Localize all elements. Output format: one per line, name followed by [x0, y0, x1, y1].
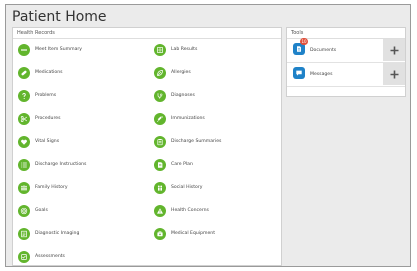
health-record-item-allergies[interactable]: Allergies: [154, 66, 191, 79]
health-record-item-assessments[interactable]: Assessments: [18, 250, 65, 263]
plus-icon: [390, 70, 398, 78]
health-record-label: Vital Signs: [35, 139, 60, 144]
health-record-item-family-history[interactable]: Family History: [18, 181, 68, 194]
health-record-item-problems[interactable]: Problems: [18, 89, 56, 102]
tool-row-documents: 10 Documents: [287, 38, 405, 63]
assessment-icon: [18, 250, 30, 263]
notification-badge: 10: [300, 38, 308, 45]
health-record-label: Assessments: [35, 254, 65, 259]
health-record-label: Diagnoses: [171, 93, 195, 98]
health-record-item-medical-equipment[interactable]: Medical Equipment: [154, 227, 215, 240]
health-record-item-discharge-instructions[interactable]: Discharge Instructions: [18, 158, 86, 171]
syringe-icon: [154, 112, 166, 125]
health-record-label: Goals: [35, 208, 48, 213]
health-record-item-diagnostic-imaging[interactable]: Diagnostic Imaging: [18, 227, 79, 240]
health-record-label: Discharge Instructions: [35, 162, 87, 167]
health-record-item-health-concerns[interactable]: Health Concerns: [154, 204, 209, 217]
health-record-label: Diagnostic Imaging: [35, 231, 80, 236]
health-records-header: Health Records: [13, 28, 281, 39]
health-record-item-medications[interactable]: Medications: [18, 66, 63, 79]
message-icon[interactable]: [293, 67, 305, 79]
tool-label-messages[interactable]: Messages: [310, 63, 333, 86]
health-record-item-procedures[interactable]: Procedures: [18, 112, 60, 125]
health-record-label: Care Plan: [171, 162, 193, 167]
health-record-label: Discharge Summaries: [171, 139, 222, 144]
health-record-label: Meet Item Summary: [35, 47, 82, 52]
family-icon: [18, 181, 30, 194]
health-record-item-goals[interactable]: Goals: [18, 204, 48, 217]
health-record-label: Health Concerns: [171, 208, 209, 213]
dots-icon: [18, 43, 30, 56]
health-record-item-immunizations[interactable]: Immunizations: [154, 112, 205, 125]
health-record-item-summary[interactable]: Meet Item Summary: [18, 43, 82, 56]
health-record-label: Procedures: [35, 116, 61, 121]
people-icon: [154, 181, 166, 194]
health-record-label: Family History: [35, 185, 68, 190]
plus-icon: [390, 46, 398, 54]
health-record-item-lab-results[interactable]: Lab Results: [154, 43, 197, 56]
pill-icon: [18, 66, 30, 79]
health-records-panel: Health Records Meet Item Summary Medicat…: [12, 27, 282, 266]
imaging-icon: [18, 227, 30, 240]
page-title: Patient Home: [12, 9, 107, 25]
heart-icon: [18, 135, 30, 148]
health-record-item-discharge-summaries[interactable]: Discharge Summaries: [154, 135, 221, 148]
list-icon: [18, 158, 30, 171]
tool-row-messages: Messages: [287, 63, 405, 87]
health-record-label: Medications: [35, 70, 63, 75]
health-record-label: Lab Results: [171, 47, 198, 52]
lab-grid-icon: [154, 43, 166, 56]
scissors-icon: [18, 112, 30, 125]
health-record-item-social-history[interactable]: Social History: [154, 181, 202, 194]
leaf-icon: [154, 66, 166, 79]
warning-icon: [154, 204, 166, 217]
health-record-label: Immunizations: [171, 116, 205, 121]
health-record-label: Allergies: [171, 70, 191, 75]
patient-home-window: Patient Home Health Records Meet Item Su…: [5, 4, 411, 267]
clipboard-icon: [154, 135, 166, 148]
stethoscope-icon: [154, 89, 166, 102]
health-record-label: Medical Equipment: [171, 231, 215, 236]
tool-label-documents[interactable]: Documents: [310, 39, 336, 62]
health-record-item-diagnoses[interactable]: Diagnoses: [154, 89, 195, 102]
equipment-icon: [154, 227, 166, 240]
target-icon: [18, 204, 30, 217]
question-icon: [18, 89, 30, 102]
add-message-button[interactable]: [383, 63, 405, 85]
tools-panel: Tools 10 Documents Messages: [286, 27, 406, 97]
add-document-button[interactable]: [383, 39, 405, 61]
health-record-item-care-plan[interactable]: Care Plan: [154, 158, 193, 171]
health-record-label: Social History: [171, 185, 203, 190]
care-plan-icon: [154, 158, 166, 171]
health-record-item-vital-signs[interactable]: Vital Signs: [18, 135, 59, 148]
health-record-label: Problems: [35, 93, 57, 98]
